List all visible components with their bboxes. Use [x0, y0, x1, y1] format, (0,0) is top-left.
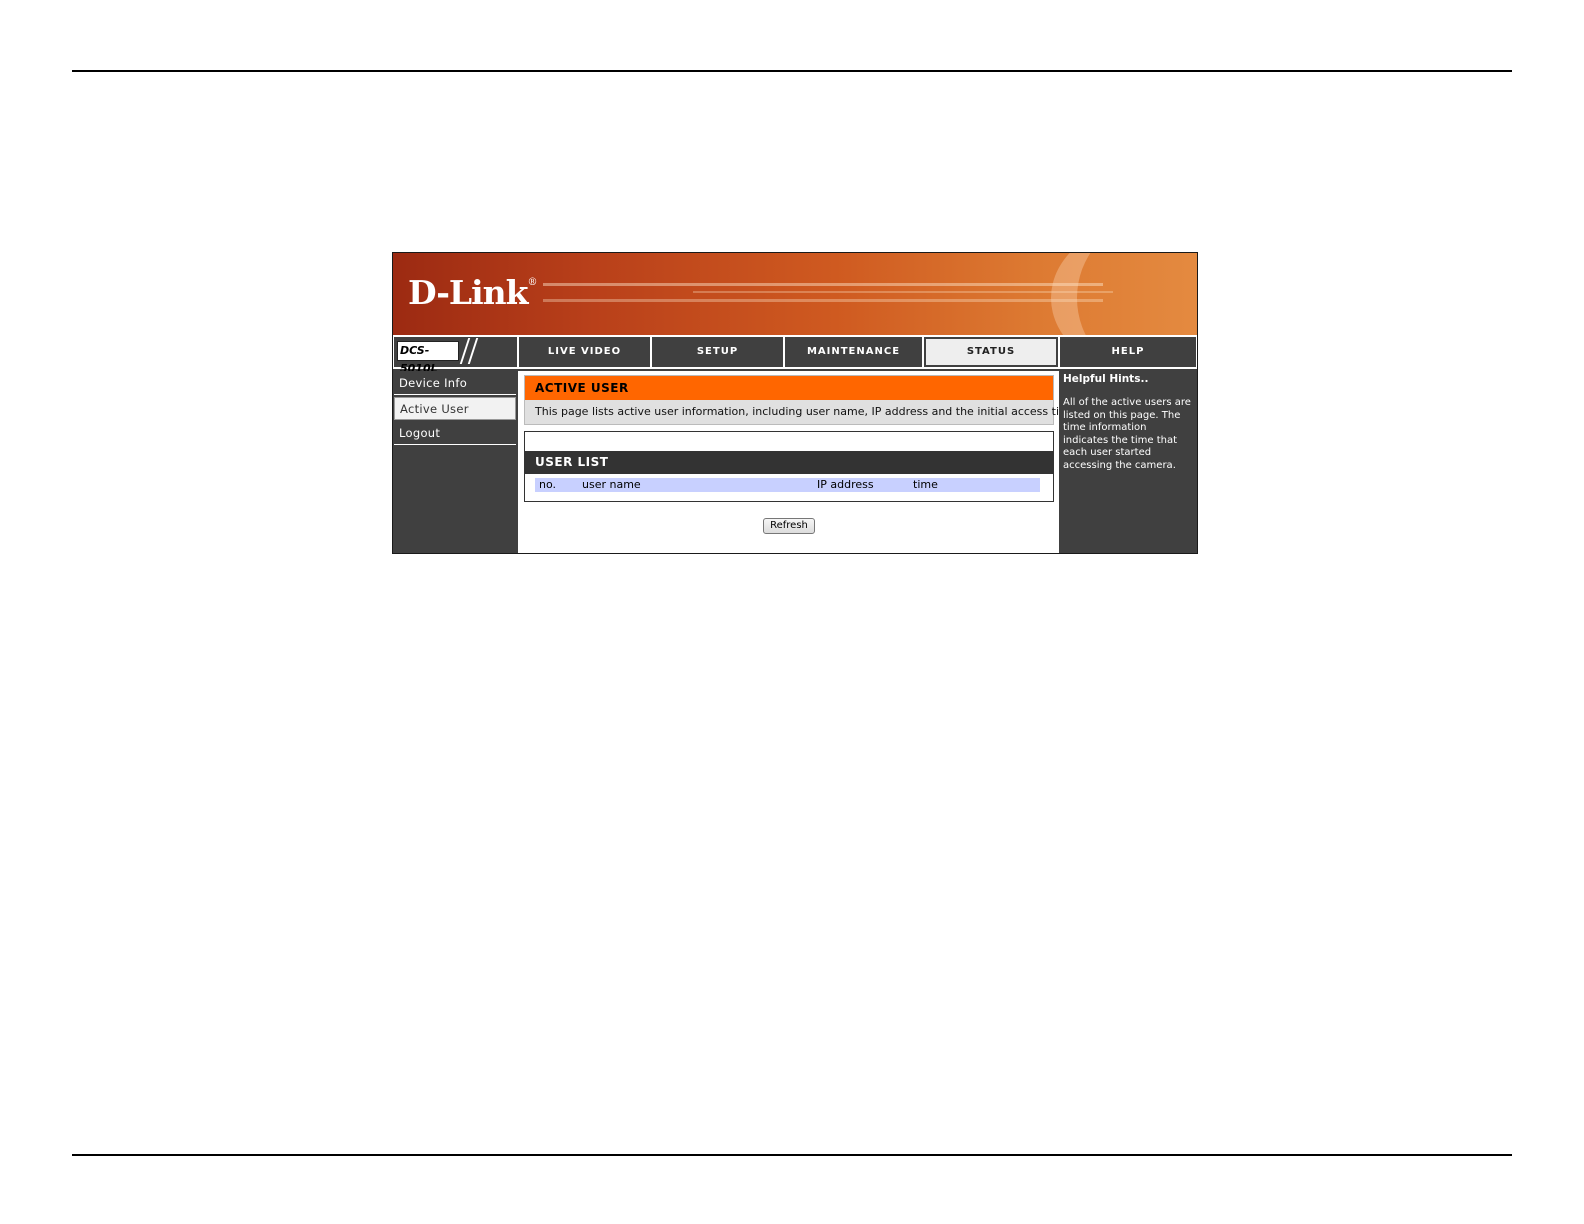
bottom-rule — [72, 1154, 1512, 1156]
tab-setup[interactable]: SETUP — [652, 337, 783, 367]
sidebar-item-logout[interactable]: Logout — [394, 422, 516, 445]
user-list-header-row: no. user name IP address time — [535, 478, 1040, 492]
sidebar: Device Info Active User Logout — [393, 371, 517, 553]
top-rule — [72, 70, 1512, 72]
camera-web-ui: D-Link® DCS-5010L LIVE VIDEO SETUP MAINT… — [392, 252, 1198, 554]
banner-streak — [693, 291, 1113, 293]
help-title: Helpful Hints.. — [1063, 373, 1149, 385]
user-list-title: USER LIST — [525, 451, 1053, 474]
main-content: ACTIVE USER This page lists active user … — [518, 371, 1080, 553]
banner-streak — [543, 299, 1103, 302]
tab-maintenance[interactable]: MAINTENANCE — [785, 337, 922, 367]
model-label: DCS-5010L — [397, 341, 459, 375]
header-banner: D-Link® — [393, 253, 1197, 335]
slash-decoration — [467, 338, 479, 364]
user-list-panel: USER LIST no. user name IP address time — [524, 431, 1054, 502]
logo-text: D-Link — [408, 273, 529, 312]
section-header: ACTIVE USER This page lists active user … — [524, 375, 1080, 425]
model-badge: DCS-5010L — [394, 337, 517, 375]
sidebar-item-device-info[interactable]: Device Info — [394, 372, 516, 395]
refresh-button[interactable]: Refresh — [763, 518, 815, 534]
tab-status[interactable]: STATUS — [924, 337, 1058, 367]
column-no: no. — [539, 478, 557, 491]
column-user-name: user name — [582, 478, 641, 491]
sidebar-item-active-user[interactable]: Active User — [394, 397, 516, 420]
column-ip-address: IP address — [817, 478, 874, 491]
tab-live-video[interactable]: LIVE VIDEO — [519, 337, 650, 367]
top-nav: DCS-5010L LIVE VIDEO SETUP MAINTENANCE S… — [393, 335, 1197, 375]
column-time: time — [913, 478, 938, 491]
registered-mark: ® — [527, 277, 538, 288]
section-title: ACTIVE USER — [525, 376, 1053, 400]
tab-help[interactable]: HELP — [1060, 337, 1196, 367]
help-panel: Helpful Hints.. All of the active users … — [1060, 371, 1197, 553]
section-description: This page lists active user information,… — [525, 400, 1080, 424]
banner-streak — [543, 283, 1103, 286]
dlink-logo: D-Link® — [408, 273, 538, 312]
banner-swoosh — [1051, 253, 1197, 335]
help-text: All of the active users are listed on th… — [1063, 397, 1191, 471]
